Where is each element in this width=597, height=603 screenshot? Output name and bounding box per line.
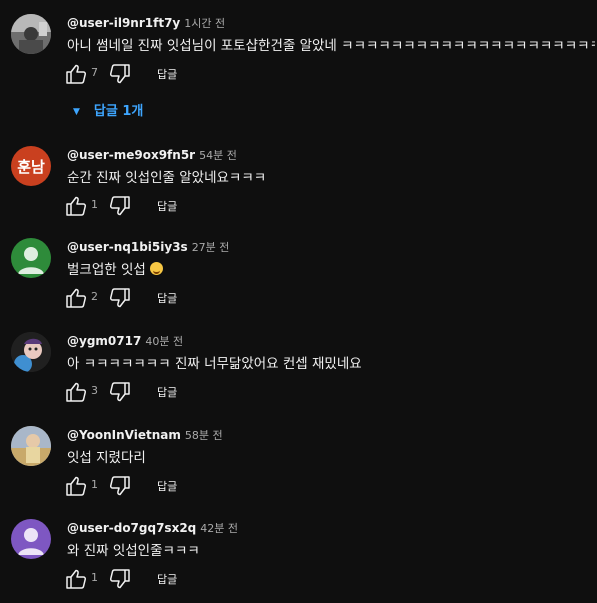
comment-author[interactable]: @user-me9ox9fn5r [67,148,195,162]
thumb-up-icon [66,196,87,216]
comment-author[interactable]: @user-il9nr1ft7y [67,16,180,30]
comment-time[interactable]: 40분 전 [145,335,183,348]
comment-author[interactable]: @user-nq1bi5iy3s [67,240,188,254]
comment-text: 아 ㅋㅋㅋㅋㅋㅋㅋ 진짜 너무닮았어요 컨셉 재밌네요 [67,356,362,372]
dislike-button[interactable] [109,476,131,496]
dislike-button[interactable] [109,196,131,216]
like-count: 1 [91,198,98,211]
like-button[interactable] [65,64,87,84]
avatar-photo-icon [11,426,51,466]
comment-time[interactable]: 27분 전 [192,241,230,254]
like-button[interactable] [65,569,87,589]
comment-header: @user-nq1bi5iy3s 27분 전 [67,238,229,256]
reply-button[interactable]: 답글 [157,66,177,82]
comment-header: @user-il9nr1ft7y 1시간 전 [67,14,225,32]
thumb-up-icon [66,476,87,496]
dislike-button[interactable] [109,64,131,84]
comment-author[interactable]: @YoonInVietnam [67,428,181,442]
comment-author[interactable]: @user-do7gq7sx2q [67,521,196,535]
avatar[interactable] [11,14,51,54]
like-button[interactable] [65,288,87,308]
thumb-up-icon [66,288,87,308]
comment-header: @user-me9ox9fn5r 54분 전 [67,146,237,164]
comment-text: 와 진짜 잇섭인줄ㅋㅋㅋ [67,543,200,559]
avatar[interactable] [11,426,51,466]
comment-text: 벌크업한 잇섭 [67,260,595,280]
comment-time[interactable]: 58분 전 [185,429,223,442]
comment-header: @user-do7gq7sx2q 42분 전 [67,519,238,537]
reply-button[interactable]: 답글 [157,384,177,400]
comment-header: @YoonInVietnam 58분 전 [67,426,223,444]
comment-text: 잇섭 지렸다리 [67,450,146,466]
grinning-face-icon [149,262,163,275]
avatar[interactable] [11,238,51,278]
thumb-down-icon [109,288,130,308]
comment-text: 아니 썸네일 진짜 잇섭님이 포토샵한건줄 알았네 ㅋㅋㅋㅋㅋㅋㅋㅋㅋㅋㅋㅋㅋㅋ… [67,38,595,54]
dislike-button[interactable] [109,288,131,308]
like-count: 3 [91,384,98,397]
avatar-text: 훈남 [17,157,45,176]
thumb-down-icon [109,196,130,216]
thumb-up-icon [66,569,87,589]
thumb-down-icon [109,382,130,402]
reply-button[interactable]: 답글 [157,478,177,494]
like-count: 1 [91,478,98,491]
like-count: 1 [91,571,98,584]
comment-author[interactable]: @ygm0717 [67,334,141,348]
comment-text-content: 벌크업한 잇섭 [67,262,146,278]
thumb-down-icon [109,476,130,496]
like-button[interactable] [65,476,87,496]
avatar-photo-icon [11,14,51,54]
view-replies-label: 답글 1개 [93,104,144,119]
reply-button[interactable]: 답글 [157,198,177,214]
comment-time[interactable]: 54분 전 [199,149,237,162]
reply-button[interactable]: 답글 [157,571,177,587]
dislike-button[interactable] [109,569,131,589]
thumb-down-icon [109,569,130,589]
reply-button[interactable]: 답글 [157,290,177,306]
thumb-up-icon [66,382,87,402]
view-replies-button[interactable]: ▼ 답글 1개 [73,100,143,119]
comment-time[interactable]: 42분 전 [200,522,238,535]
like-count: 2 [91,290,98,303]
like-count: 7 [91,66,98,79]
person-icon [18,247,44,274]
like-button[interactable] [65,382,87,402]
comment-header: @ygm0717 40분 전 [67,332,183,350]
avatar[interactable] [11,332,51,372]
comment-time[interactable]: 1시간 전 [184,17,225,30]
comment-text: 순간 진짜 잇섭인줄 알았네요ㅋㅋㅋ [67,170,267,186]
thumb-up-icon [66,64,87,84]
avatar[interactable] [11,519,51,559]
avatar-character-icon [11,332,51,372]
thumb-down-icon [109,64,130,84]
caret-down-icon: ▼ [73,107,80,117]
like-button[interactable] [65,196,87,216]
dislike-button[interactable] [109,382,131,402]
person-icon [18,528,44,555]
avatar[interactable]: 훈남 [11,146,51,186]
